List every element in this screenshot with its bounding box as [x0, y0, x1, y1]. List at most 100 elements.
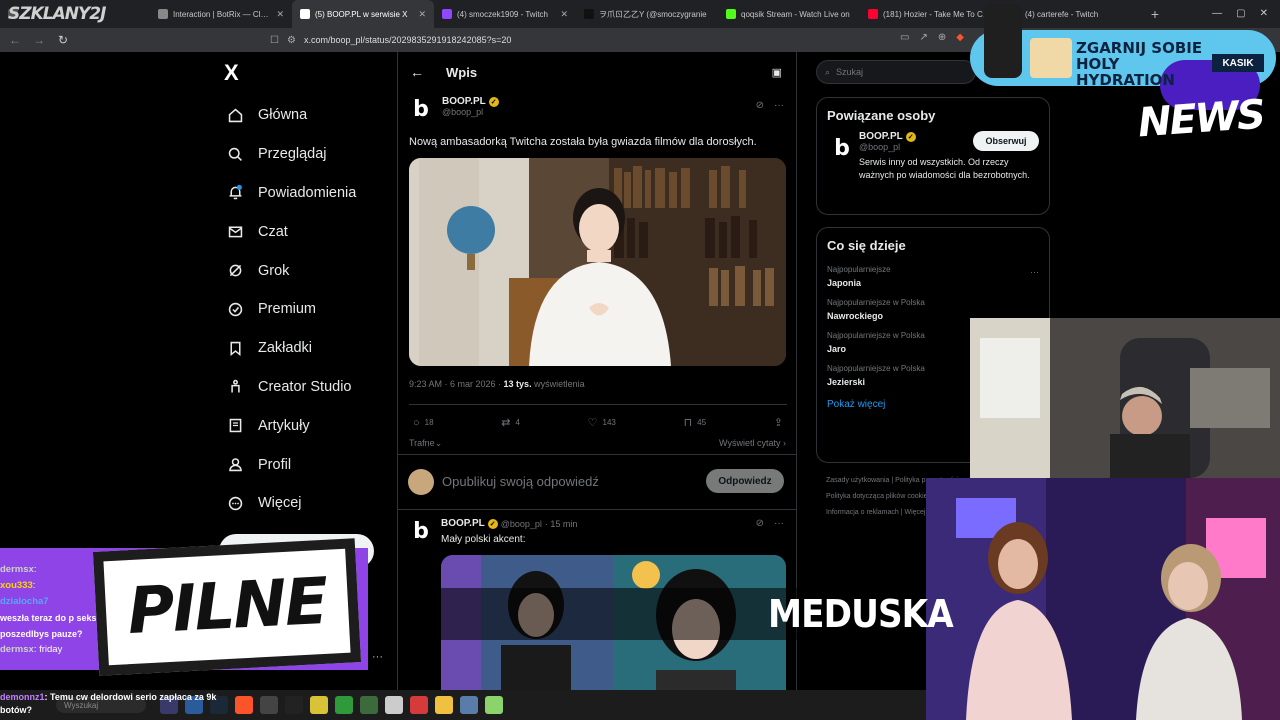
tweet-menu-icon[interactable]: ···: [774, 518, 784, 529]
forward-icon[interactable]: →: [32, 33, 46, 47]
grok-analyze-icon[interactable]: ⊘: [756, 518, 764, 529]
browser-tab[interactable]: ヲ爪ㄖ乙乙Y (@smoczygranie: [576, 0, 718, 28]
chat-text: :: [32, 580, 36, 591]
app-icon[interactable]: [410, 696, 428, 714]
url-field[interactable]: ☐ ⚙ x.com/boop_pl/status/202983529191824…: [270, 32, 511, 48]
grok-analyze-icon[interactable]: ⊘: [756, 100, 764, 111]
tab-title: Interaction | BotRix — Cloud: [173, 9, 272, 19]
chat-line: dermsx: friday: [0, 642, 100, 658]
nav-item-bookmarks[interactable]: Zakładki: [226, 329, 356, 368]
ad-line2: HOLY HYDRATION: [1076, 55, 1175, 89]
nav-item-premium[interactable]: Premium: [226, 290, 356, 329]
nav-label: Premium: [258, 301, 317, 318]
stream-chat: dermsx: xou333: dzialocha7 weszła teraz …: [0, 562, 100, 658]
nav-item-chat[interactable]: Czat: [226, 212, 356, 251]
chat-line: dermsx:: [0, 562, 100, 578]
brave-shield-icon[interactable]: ◆: [956, 32, 964, 43]
url-text[interactable]: x.com/boop_pl/status/2029835291918242085…: [304, 35, 511, 45]
tweet-author[interactable]: BOOP.PL ✓: [442, 96, 499, 107]
close-tab-icon[interactable]: ✕: [276, 9, 284, 20]
close-tab-icon[interactable]: ✕: [560, 9, 568, 20]
author-handle[interactable]: @boop_pl: [442, 107, 499, 117]
browser-tab[interactable]: Interaction | BotRix — Cloud ✕: [150, 0, 292, 28]
reply-icon: ○: [413, 416, 420, 429]
close-window-icon[interactable]: ✕: [1260, 8, 1268, 19]
follow-button[interactable]: Obserwuj: [973, 131, 1039, 151]
mail-icon: [226, 223, 244, 241]
twitch-favicon-icon: [442, 9, 452, 19]
settings-icon[interactable]: [460, 696, 478, 714]
app-icon[interactable]: [260, 696, 278, 714]
tweet-author[interactable]: BOOP.PL ✓ @boop_pl · 15 min: [441, 518, 577, 529]
nav-item-home[interactable]: Główna: [226, 96, 356, 135]
boop-avatar[interactable]: b: [408, 518, 434, 544]
search-placeholder: Szukaj: [836, 67, 864, 77]
x-logo-icon[interactable]: X: [224, 60, 239, 86]
app-icon[interactable]: [335, 696, 353, 714]
back-icon[interactable]: ←: [8, 33, 22, 47]
name-banner: MEDUSKA: [768, 592, 954, 636]
nav-item-profile[interactable]: Profil: [226, 445, 356, 484]
app-icon[interactable]: [360, 696, 378, 714]
boop-avatar[interactable]: b: [829, 135, 855, 161]
search-input[interactable]: ⌕ Szukaj: [816, 60, 976, 84]
post-button-menu-icon[interactable]: ···: [372, 651, 383, 663]
nav-item-creator-studio[interactable]: Creator Studio: [226, 368, 356, 407]
screen: Interaction | BotRix — Cloud ✕ (5) BOOP.P…: [0, 0, 1280, 720]
browser-tab[interactable]: (181) Hozier - Take Me To Chur: [860, 0, 1002, 28]
browser-tab[interactable]: (4) carterefe - Twitch: [1002, 0, 1144, 28]
browser-toolbar-icons: ▭ ↗ ⊕ ◆: [900, 32, 964, 43]
user-avatar[interactable]: [408, 469, 434, 495]
related-person[interactable]: b BOOP.PL ✓ @boop_pl Obserwuj Serwis inny…: [817, 131, 1049, 192]
tweet-menu-icon[interactable]: ···: [774, 100, 784, 111]
repost-action[interactable]: ⇄ 4: [501, 416, 520, 429]
nav-item-explore[interactable]: Przeglądaj: [226, 135, 356, 174]
nav-item-articles[interactable]: Artykuły: [226, 406, 356, 445]
minimize-icon[interactable]: —: [1212, 8, 1222, 19]
boop-avatar[interactable]: b: [408, 96, 434, 122]
screenshot-icon[interactable]: ▭: [900, 32, 909, 43]
nav-label: Creator Studio: [258, 378, 352, 395]
site-info-icon[interactable]: ⚙: [287, 35, 296, 46]
tweet-image[interactable]: [409, 158, 786, 366]
reader-mode-icon[interactable]: ▣: [772, 66, 782, 79]
folder-icon[interactable]: [435, 696, 453, 714]
app-icon[interactable]: [485, 696, 503, 714]
app-icon[interactable]: [310, 696, 328, 714]
reply-input[interactable]: Opublikuj swoją odpowiedź: [442, 474, 599, 489]
nav-label: Przeglądaj: [258, 146, 327, 163]
reload-icon[interactable]: ↻: [56, 33, 70, 47]
zoom-icon[interactable]: ⊕: [938, 32, 946, 43]
app-icon[interactable]: [385, 696, 403, 714]
maximize-icon[interactable]: ▢: [1236, 8, 1245, 19]
back-arrow-icon[interactable]: ←: [410, 64, 424, 80]
bookmark-page-icon[interactable]: ☐: [270, 35, 279, 46]
like-count: 143: [602, 418, 616, 427]
reply-action[interactable]: ○ 18: [413, 417, 434, 429]
browser-tab[interactable]: qoqsik Stream - Watch Live on: [718, 0, 860, 28]
trend-item[interactable]: Najpopularniejsze Japonia ···: [817, 261, 1049, 294]
bookmark-icon: ⊓: [683, 417, 693, 429]
browser-tab-active[interactable]: (5) BOOP.PL w serwisie X ✕: [292, 0, 434, 28]
trend-menu-icon[interactable]: ···: [1030, 267, 1039, 277]
close-tab-icon[interactable]: ✕: [418, 9, 426, 20]
nav-item-more[interactable]: Więcej: [226, 484, 356, 523]
x-favicon-icon: [300, 9, 310, 19]
reply-count: 18: [424, 418, 434, 427]
browser-tab[interactable]: (4) smoczek1909 - Twitch ✕: [434, 0, 576, 28]
nav-item-notifications[interactable]: Powiadomienia: [226, 174, 356, 213]
app-icon[interactable]: [285, 696, 303, 714]
show-quotes-link[interactable]: Wyświetl cytaty ›: [719, 438, 786, 448]
bookmark-action[interactable]: ⊓ 45: [684, 416, 707, 429]
like-action[interactable]: ♡ 143: [588, 416, 616, 429]
reply-button[interactable]: Odpowiedz: [706, 469, 784, 493]
chat-text: : friday: [33, 644, 63, 655]
replies-sort[interactable]: Trafne⌄: [409, 438, 442, 449]
share-action[interactable]: ⇪: [774, 416, 783, 429]
tweet-timestamp[interactable]: 9:23 AM · 6 mar 2026 · 13 tys. wyświetle…: [409, 379, 585, 389]
repost-icon: ⇄: [501, 417, 511, 429]
new-tab-button[interactable]: +: [1144, 6, 1166, 22]
nav-item-grok[interactable]: Grok: [226, 251, 356, 290]
nav-label: Artykuły: [258, 417, 310, 434]
share-icon[interactable]: ↗: [919, 32, 927, 43]
